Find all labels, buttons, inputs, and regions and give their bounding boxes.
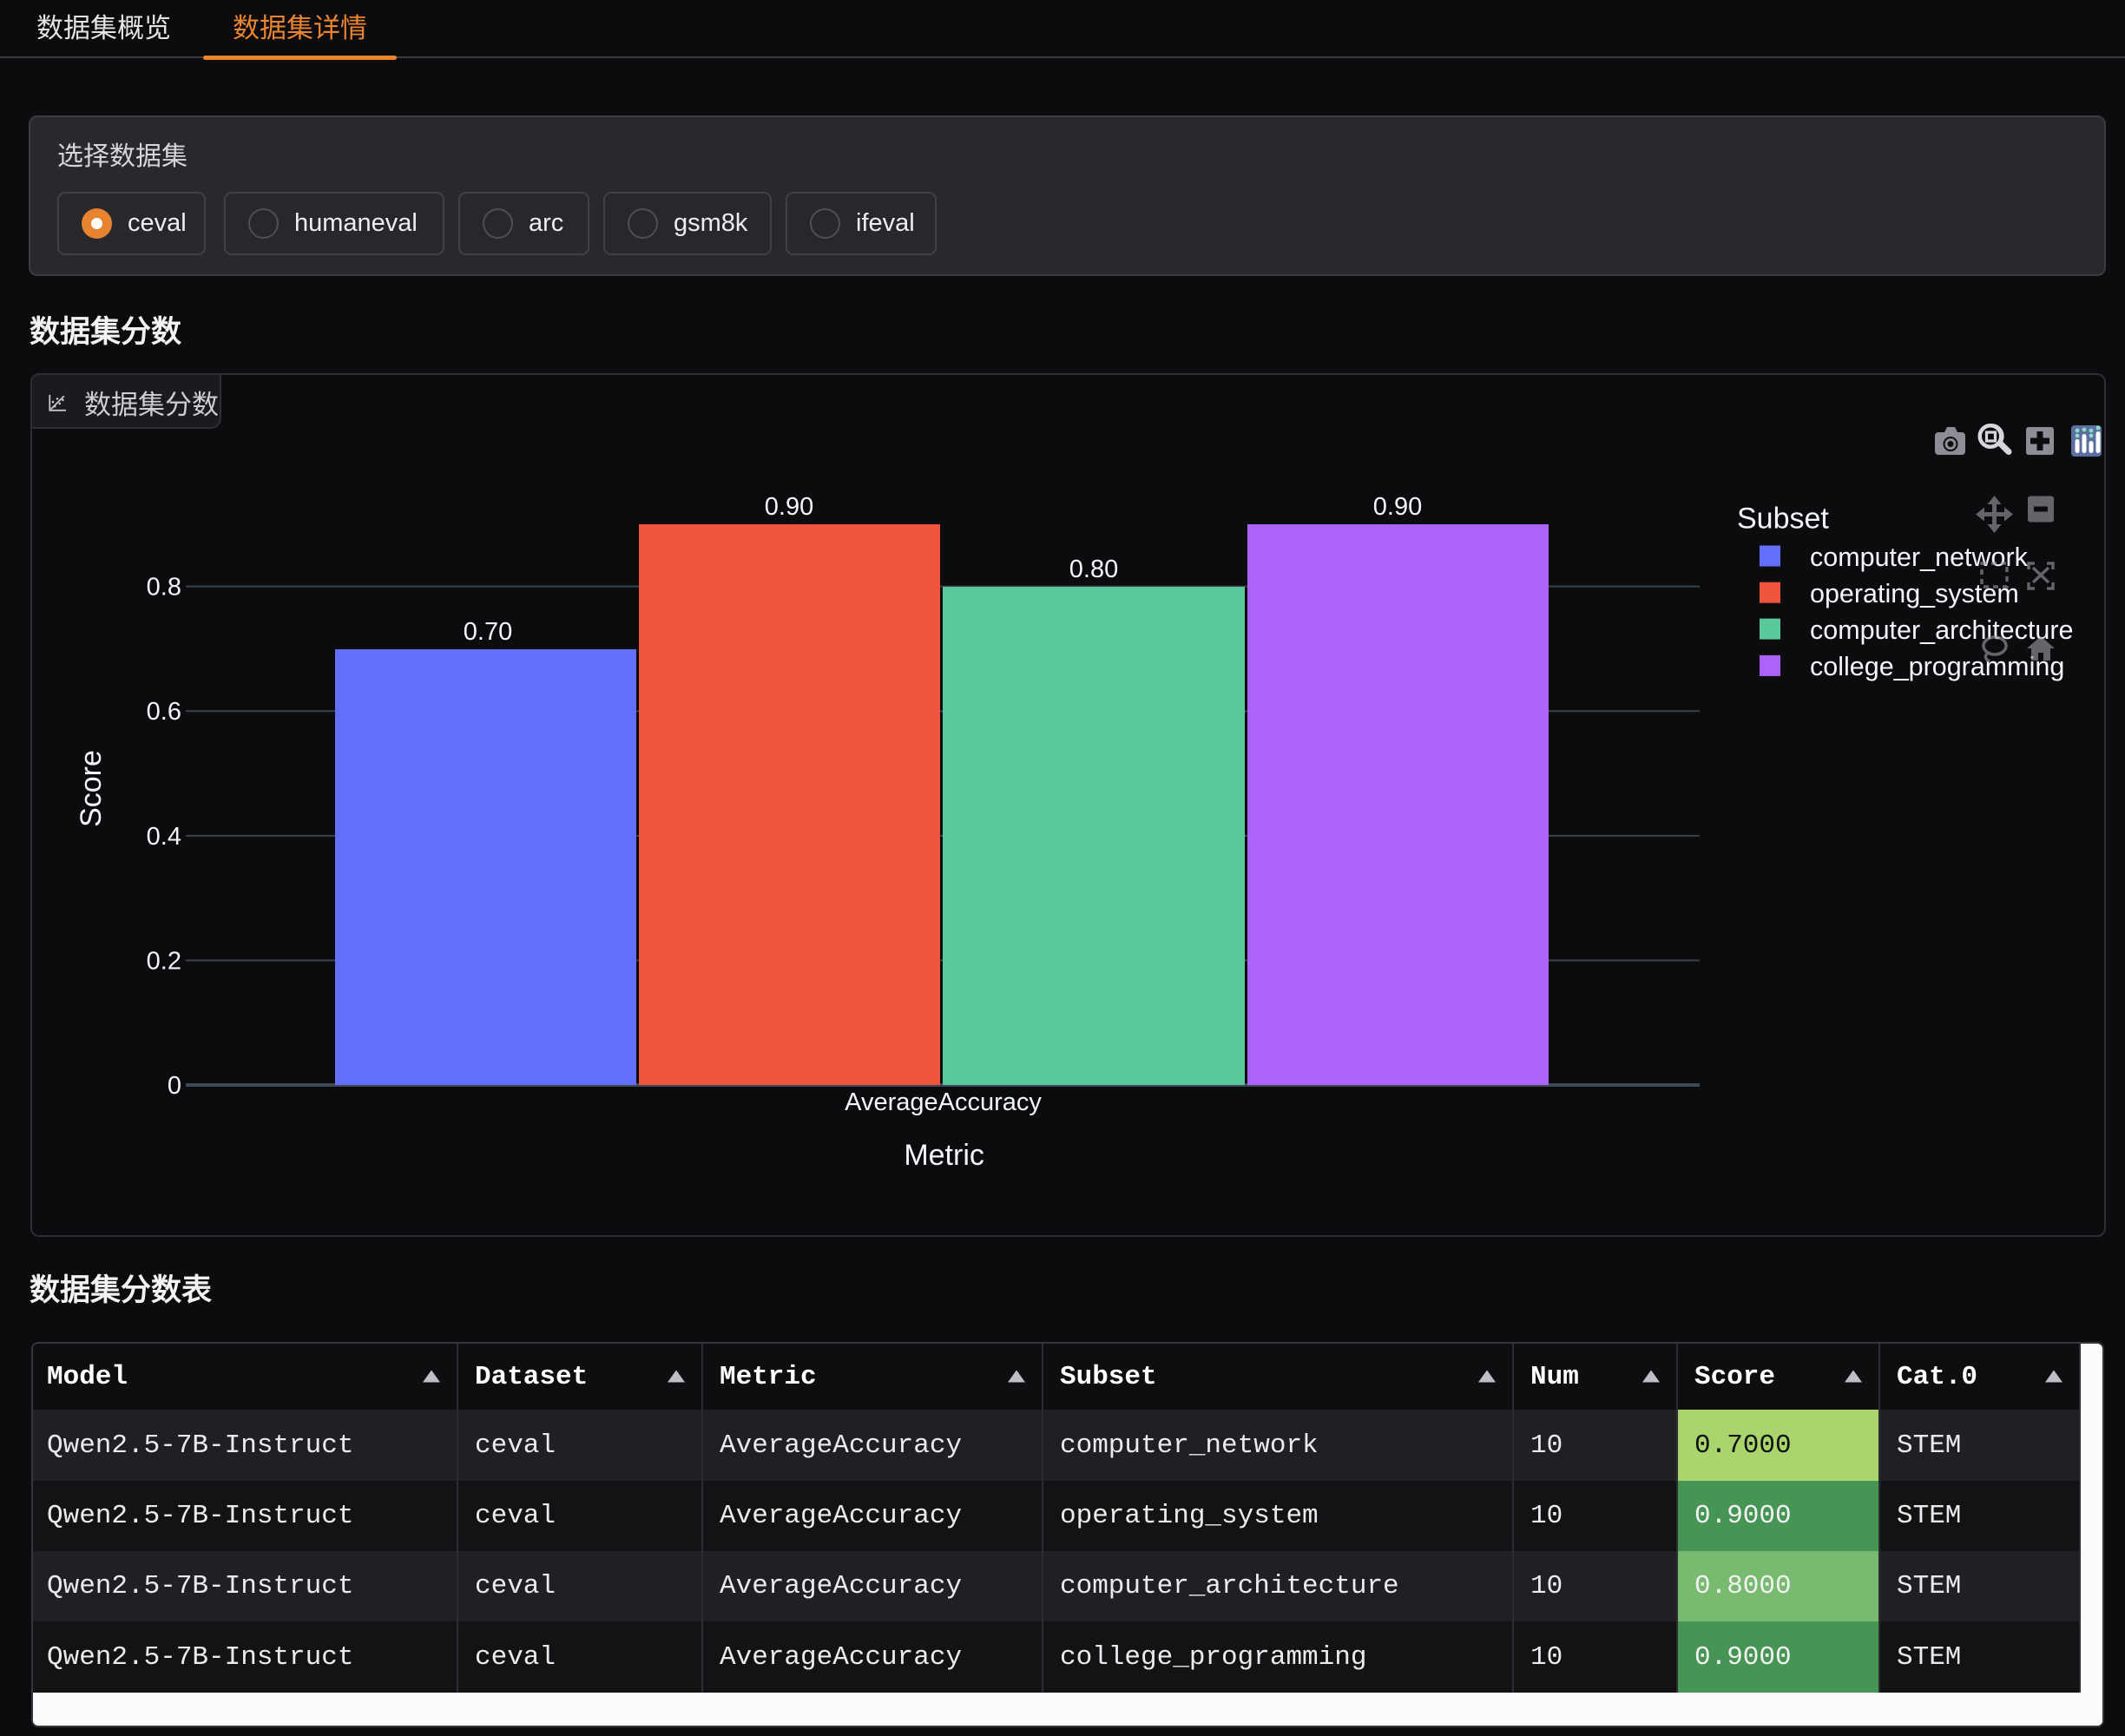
svg-text:AverageAccuracy: AverageAccuracy: [845, 1088, 1042, 1116]
svg-text:0.4: 0.4: [147, 823, 181, 851]
svg-text:computer_architecture: computer_architecture: [1810, 615, 2073, 645]
svg-text:0.6: 0.6: [147, 698, 181, 726]
svg-text:Metric: Metric: [904, 1139, 984, 1172]
svg-text:college_programming: college_programming: [1810, 652, 2064, 681]
svg-text:0.8: 0.8: [147, 574, 181, 602]
svg-text:0: 0: [168, 1072, 181, 1100]
svg-text:0.90: 0.90: [765, 493, 813, 521]
svg-text:Subset: Subset: [1737, 503, 1829, 536]
svg-text:Score: Score: [75, 750, 108, 827]
svg-text:computer_network: computer_network: [1810, 542, 2029, 572]
svg-text:0.70: 0.70: [464, 618, 512, 646]
svg-text:0.80: 0.80: [1069, 556, 1118, 583]
svg-text:operating_system: operating_system: [1810, 579, 2019, 608]
svg-text:0.90: 0.90: [1373, 493, 1422, 521]
svg-text:0.2: 0.2: [147, 948, 181, 976]
